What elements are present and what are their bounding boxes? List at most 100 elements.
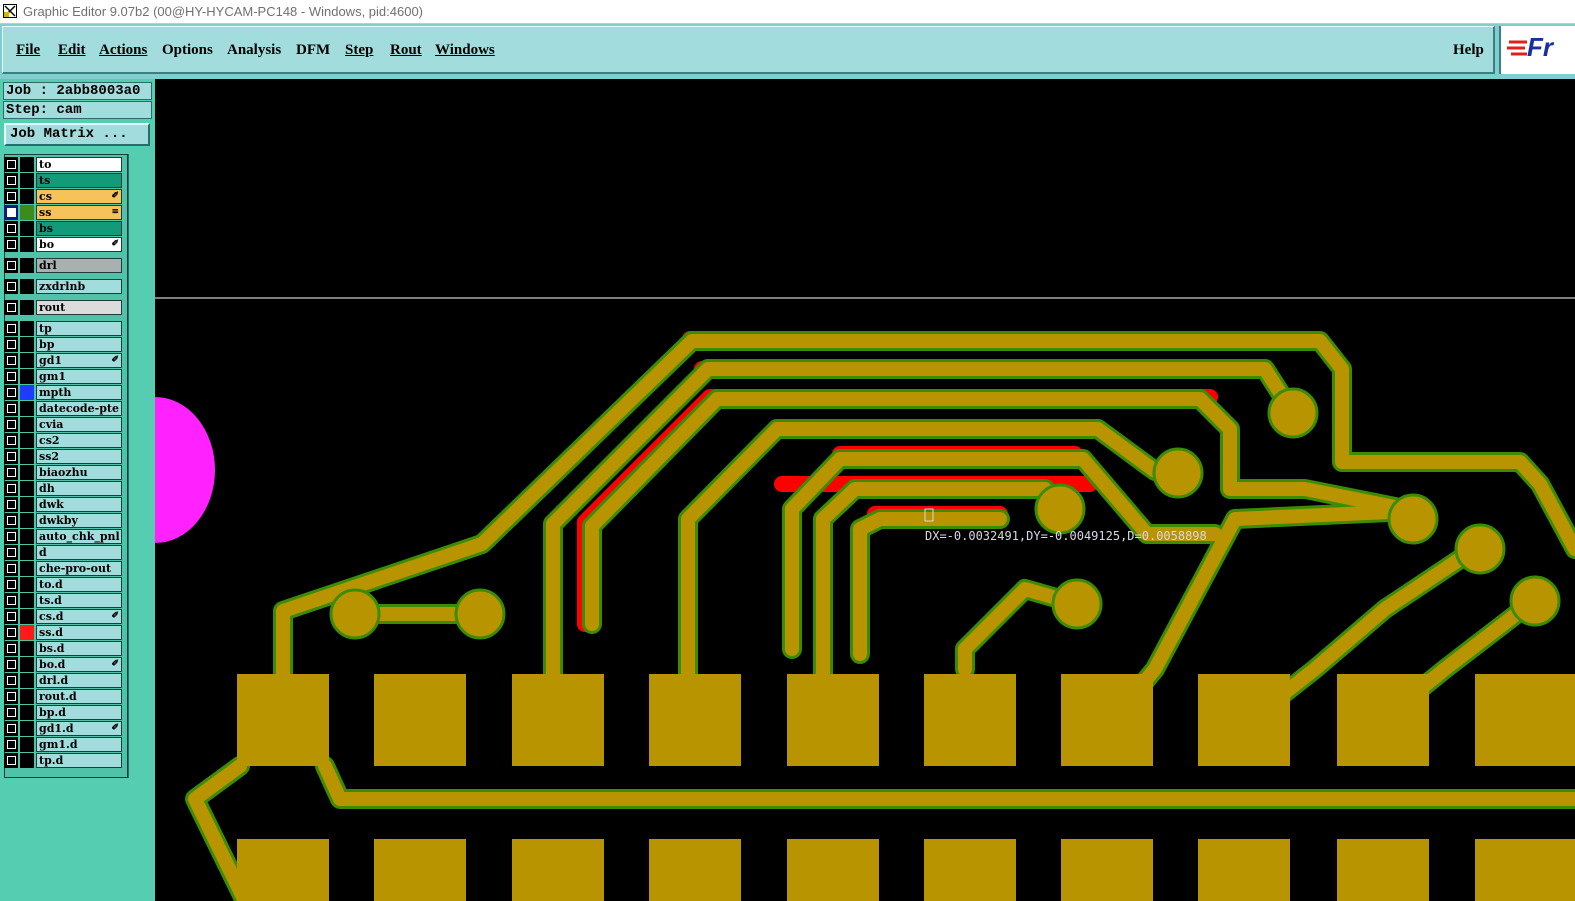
layer-color-indicator[interactable] <box>20 157 34 172</box>
layer-name-button[interactable]: ss2 <box>36 449 122 464</box>
layer-checkbox[interactable] <box>4 353 18 368</box>
layer-row-to[interactable]: to <box>4 157 122 172</box>
layer-name-button[interactable]: dwkby <box>36 513 122 528</box>
layer-name-button[interactable]: bo.d ✐ <box>36 657 122 672</box>
layer-color-indicator[interactable] <box>20 705 34 720</box>
layer-row-biaozhu[interactable]: biaozhu <box>4 465 122 480</box>
layer-checkbox[interactable] <box>4 385 18 400</box>
menu-edit[interactable]: Edit <box>58 42 86 59</box>
graphic-canvas[interactable]: DX=-0.0032491,DY=-0.0049125,D=0.0058898 <box>155 79 1575 901</box>
layer-row-drl[interactable]: drl <box>4 258 122 273</box>
layer-color-indicator[interactable] <box>20 417 34 432</box>
layer-list-scrollbar[interactable] <box>128 154 153 778</box>
layer-name-button[interactable]: gm1 <box>36 369 122 384</box>
layer-checkbox[interactable] <box>4 673 18 688</box>
menu-help[interactable]: Help <box>1453 42 1484 59</box>
menu-dfm[interactable]: DFM <box>296 42 330 59</box>
layer-color-indicator[interactable] <box>20 545 34 560</box>
layer-checkbox[interactable] <box>4 205 18 220</box>
layer-color-indicator[interactable] <box>20 513 34 528</box>
layer-checkbox[interactable] <box>4 221 18 236</box>
layer-color-indicator[interactable] <box>20 641 34 656</box>
layer-checkbox[interactable] <box>4 753 18 768</box>
layer-checkbox[interactable] <box>4 641 18 656</box>
layer-checkbox[interactable] <box>4 561 18 576</box>
layer-row-d[interactable]: d <box>4 545 122 560</box>
layer-row-zxdrlnb[interactable]: zxdrlnb <box>4 279 122 294</box>
layer-checkbox[interactable] <box>4 237 18 252</box>
layer-checkbox[interactable] <box>4 173 18 188</box>
layer-row-cvia[interactable]: cvia <box>4 417 122 432</box>
layer-color-indicator[interactable] <box>20 593 34 608</box>
layer-checkbox[interactable] <box>4 279 18 294</box>
layer-row-drl-d[interactable]: drl.d <box>4 673 122 688</box>
layer-color-indicator[interactable] <box>20 609 34 624</box>
layer-color-indicator[interactable] <box>20 737 34 752</box>
layer-row-bp-d[interactable]: bp.d <box>4 705 122 720</box>
layer-name-button[interactable]: ts.d <box>36 593 122 608</box>
layer-checkbox[interactable] <box>4 497 18 512</box>
layer-row-ss[interactable]: ss ≡ <box>4 205 122 220</box>
layer-color-indicator[interactable] <box>20 353 34 368</box>
layer-name-button[interactable]: rout.d <box>36 689 122 704</box>
layer-color-indicator[interactable] <box>20 497 34 512</box>
layer-checkbox[interactable] <box>4 369 18 384</box>
layer-row-ts-d[interactable]: ts.d <box>4 593 122 608</box>
layer-row-gm1-d[interactable]: gm1.d <box>4 737 122 752</box>
layer-name-button[interactable]: datecode-pte <box>36 401 122 416</box>
layer-color-indicator[interactable] <box>20 258 34 273</box>
layer-name-button[interactable]: cs.d ✐ <box>36 609 122 624</box>
layer-name-button[interactable]: auto_chk_pnl <box>36 529 122 544</box>
layer-name-button[interactable]: bp <box>36 337 122 352</box>
layer-row-datecode-pte[interactable]: datecode-pte <box>4 401 122 416</box>
layer-row-rout-d[interactable]: rout.d <box>4 689 122 704</box>
layer-color-indicator[interactable] <box>20 673 34 688</box>
menu-step[interactable]: Step <box>345 42 373 59</box>
menu-file[interactable]: File <box>16 42 40 59</box>
layer-row-dwk[interactable]: dwk <box>4 497 122 512</box>
layer-color-indicator[interactable] <box>20 721 34 736</box>
menu-actions[interactable]: Actions <box>99 42 147 59</box>
menu-options[interactable]: Options <box>162 42 213 59</box>
layer-name-button[interactable]: ss ≡ <box>36 205 122 220</box>
layer-row-tp-d[interactable]: tp.d <box>4 753 122 768</box>
layer-name-button[interactable]: ss.d <box>36 625 122 640</box>
layer-name-button[interactable]: drl.d <box>36 673 122 688</box>
layer-row-bs[interactable]: bs <box>4 221 122 236</box>
layer-row-mpth[interactable]: mpth <box>4 385 122 400</box>
layer-name-button[interactable]: bo ✐ <box>36 237 122 252</box>
layer-row-bo-d[interactable]: bo.d ✐ <box>4 657 122 672</box>
layer-checkbox[interactable] <box>4 657 18 672</box>
layer-row-ts[interactable]: ts <box>4 173 122 188</box>
layer-checkbox[interactable] <box>4 321 18 336</box>
layer-checkbox[interactable] <box>4 737 18 752</box>
layer-row-bp[interactable]: bp <box>4 337 122 352</box>
layer-checkbox[interactable] <box>4 433 18 448</box>
layer-row-cs2[interactable]: cs2 <box>4 433 122 448</box>
layer-name-button[interactable]: cs2 <box>36 433 122 448</box>
layer-checkbox[interactable] <box>4 481 18 496</box>
layer-checkbox[interactable] <box>4 689 18 704</box>
layer-checkbox[interactable] <box>4 593 18 608</box>
layer-color-indicator[interactable] <box>20 689 34 704</box>
layer-name-button[interactable]: zxdrlnb <box>36 279 122 294</box>
layer-row-dwkby[interactable]: dwkby <box>4 513 122 528</box>
layer-color-indicator[interactable] <box>20 279 34 294</box>
layer-name-button[interactable]: bs.d <box>36 641 122 656</box>
job-matrix-button[interactable]: Job Matrix ... <box>4 123 150 146</box>
layer-color-indicator[interactable] <box>20 449 34 464</box>
layer-checkbox[interactable] <box>4 721 18 736</box>
layer-checkbox[interactable] <box>4 577 18 592</box>
layer-checkbox[interactable] <box>4 300 18 315</box>
pcb-drawing[interactable] <box>155 79 1575 901</box>
layer-row-gd1[interactable]: gd1 ✐ <box>4 353 122 368</box>
layer-color-indicator[interactable] <box>20 205 34 220</box>
layer-name-button[interactable]: mpth <box>36 385 122 400</box>
layer-color-indicator[interactable] <box>20 300 34 315</box>
layer-row-gm1[interactable]: gm1 <box>4 369 122 384</box>
layer-row-rout[interactable]: rout <box>4 300 122 315</box>
layer-name-button[interactable]: d <box>36 545 122 560</box>
layer-row-bs-d[interactable]: bs.d <box>4 641 122 656</box>
layer-row-to-d[interactable]: to.d <box>4 577 122 592</box>
layer-checkbox[interactable] <box>4 513 18 528</box>
